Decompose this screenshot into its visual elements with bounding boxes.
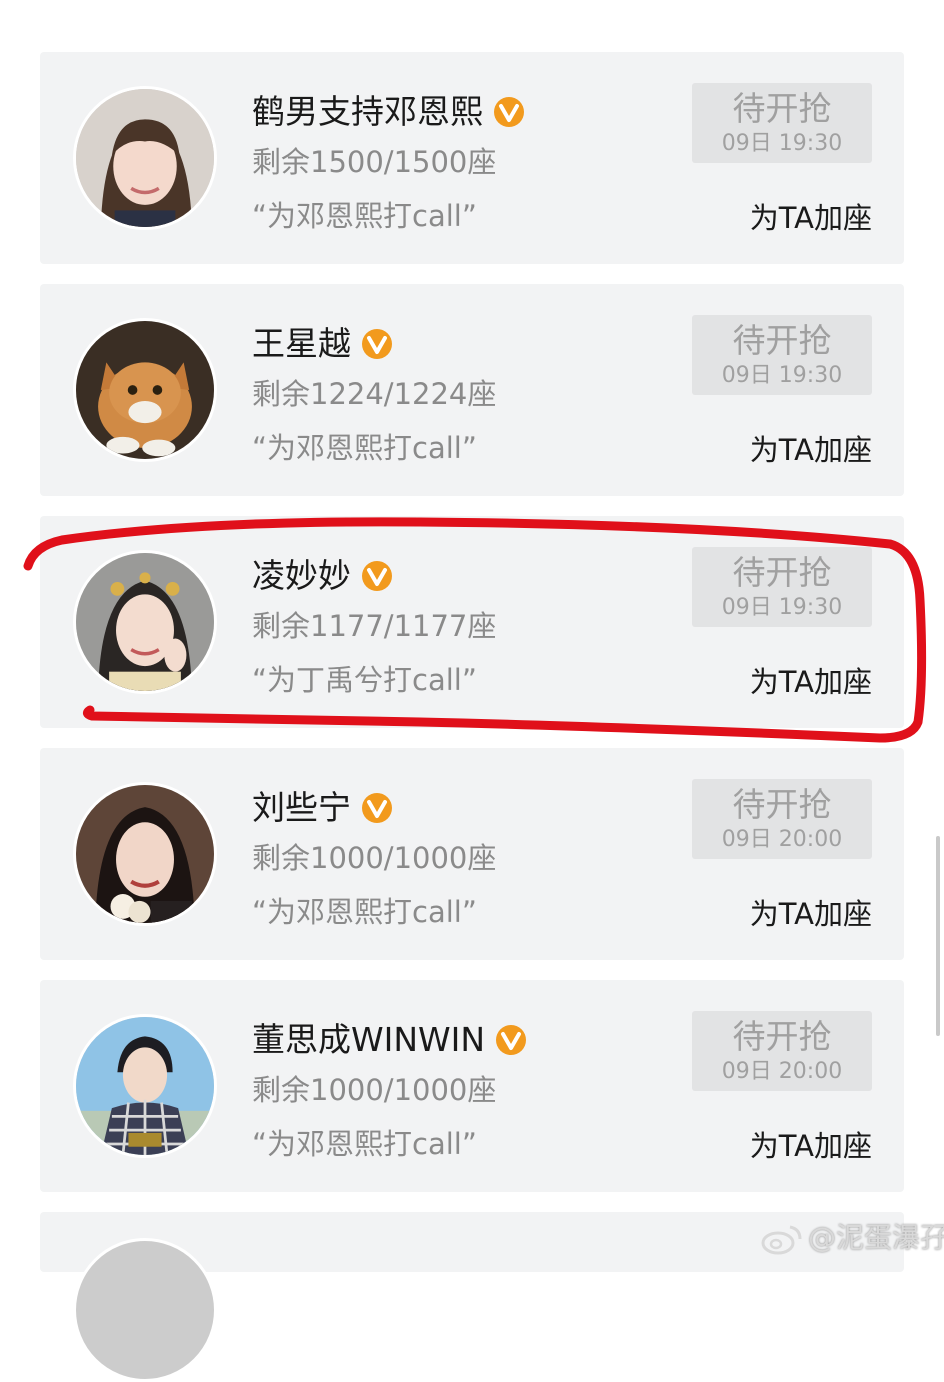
grab-time: 09日 20:00 [721, 827, 843, 852]
cheer-text: “为邓恩熙打call” [252, 431, 477, 465]
cheer-text: “为丁禹兮打call” [252, 663, 477, 697]
verified-icon [361, 328, 393, 360]
avatar[interactable] [73, 550, 217, 694]
add-seat-button[interactable]: 为TA加座 [750, 896, 872, 932]
seats-remaining: 剩余1500/1500座 [252, 145, 497, 179]
seat-card[interactable]: 刘些宁 剩余1000/1000座 “为邓恩熙打call” 待开抢 09日 20:… [40, 748, 904, 960]
add-seat-button[interactable]: 为TA加座 [750, 664, 872, 700]
grab-label: 待开抢 [732, 1017, 832, 1056]
weibo-logo-icon [760, 1223, 804, 1255]
pending-grab-button[interactable]: 待开抢 09日 19:30 [692, 315, 872, 395]
watermark: @泥蛋瀑孖 [760, 1216, 944, 1256]
verified-icon [493, 96, 525, 128]
seats-remaining: 剩余1224/1224座 [252, 377, 497, 411]
avatar[interactable] [73, 782, 217, 926]
avatar-orange-cat-image [76, 321, 214, 459]
name-row: 王星越 [252, 320, 393, 368]
cheer-text: “为邓恩熙打call” [252, 1127, 477, 1161]
grab-time: 09日 19:30 [721, 363, 843, 388]
seats-remaining: 剩余1000/1000座 [252, 841, 497, 875]
verified-icon [361, 560, 393, 592]
seat-card[interactable]: 董思成WINWIN 剩余1000/1000座 “为邓恩熙打call” 待开抢 0… [40, 980, 904, 1192]
name-row: 凌妙妙 [252, 552, 393, 600]
cheer-text: “为邓恩熙打call” [252, 199, 477, 233]
avatar-woman-bangs-image [76, 89, 214, 227]
grab-time: 09日 20:00 [721, 1059, 843, 1084]
avatar-man-plaid-image [76, 1017, 214, 1155]
user-name[interactable]: 鹤男支持邓恩熙 [252, 88, 483, 136]
grab-time: 09日 19:30 [721, 131, 843, 156]
avatar-woman-dark-hair-image [76, 785, 214, 923]
user-name[interactable]: 凌妙妙 [252, 552, 351, 600]
pending-grab-button[interactable]: 待开抢 09日 20:00 [692, 779, 872, 859]
grab-label: 待开抢 [732, 321, 832, 360]
seat-card[interactable]: 鹤男支持邓恩熙 剩余1500/1500座 “为邓恩熙打call” 待开抢 09日… [40, 52, 904, 264]
grab-label: 待开抢 [732, 89, 832, 128]
grab-label: 待开抢 [732, 553, 832, 592]
grab-time: 09日 19:30 [721, 595, 843, 620]
pending-grab-button[interactable]: 待开抢 09日 20:00 [692, 1011, 872, 1091]
add-seat-button[interactable]: 为TA加座 [750, 1128, 872, 1164]
add-seat-button[interactable]: 为TA加座 [750, 200, 872, 236]
seat-card[interactable]: 王星越 剩余1224/1224座 “为邓恩熙打call” 待开抢 09日 19:… [40, 284, 904, 496]
seats-remaining: 剩余1177/1177座 [252, 609, 497, 643]
name-row: 刘些宁 [252, 784, 393, 832]
scrollbar-thumb[interactable] [936, 836, 940, 1036]
seats-remaining: 剩余1000/1000座 [252, 1073, 497, 1107]
avatar-woman-costume-image [76, 553, 214, 691]
user-name[interactable]: 董思成WINWIN [252, 1016, 485, 1064]
avatar[interactable] [73, 86, 217, 230]
add-seat-button[interactable]: 为TA加座 [750, 432, 872, 468]
name-row: 鹤男支持邓恩熙 [252, 88, 525, 136]
seat-card[interactable]: 凌妙妙 剩余1177/1177座 “为丁禹兮打call” 待开抢 09日 19:… [40, 516, 904, 728]
avatar[interactable] [73, 318, 217, 462]
pending-grab-button[interactable]: 待开抢 09日 19:30 [692, 547, 872, 627]
name-row: 董思成WINWIN [252, 1016, 527, 1064]
grab-label: 待开抢 [732, 785, 832, 824]
avatar[interactable] [73, 1014, 217, 1158]
verified-icon [361, 792, 393, 824]
verified-icon [495, 1024, 527, 1056]
avatar[interactable] [73, 1238, 217, 1382]
watermark-text: @泥蛋瀑孖 [808, 1221, 944, 1254]
user-name[interactable]: 刘些宁 [252, 784, 351, 832]
cheer-text: “为邓恩熙打call” [252, 895, 477, 929]
pending-grab-button[interactable]: 待开抢 09日 19:30 [692, 83, 872, 163]
user-name[interactable]: 王星越 [252, 320, 351, 368]
